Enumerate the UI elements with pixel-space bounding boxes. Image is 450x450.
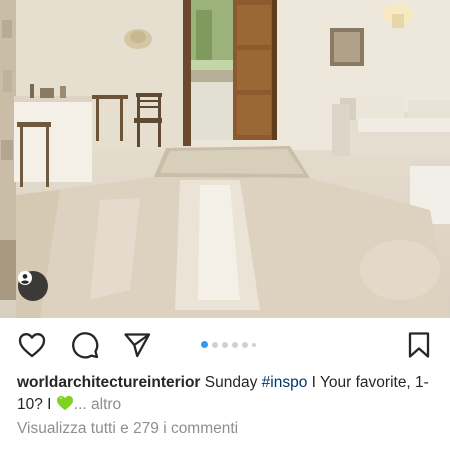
- comment-button[interactable]: [70, 330, 100, 360]
- post-image[interactable]: [0, 0, 450, 318]
- interior-photo: [0, 0, 450, 318]
- paper-plane-icon: [124, 333, 151, 358]
- carousel-dot: [232, 341, 238, 348]
- carousel-dot: [212, 341, 218, 348]
- view-all-comments-link[interactable]: Visualizza tutti e 279 i commenti: [17, 420, 238, 438]
- save-button[interactable]: [404, 330, 434, 360]
- carousel-dot: [252, 342, 256, 347]
- person-icon: [18, 271, 32, 285]
- comment-bubble-icon: [72, 332, 99, 359]
- caption-text: Sunday: [200, 374, 262, 391]
- green-heart-emoji: [56, 395, 73, 411]
- caption-more-link[interactable]: ... altro: [74, 396, 121, 413]
- post-action-bar: [0, 318, 450, 370]
- share-button[interactable]: [122, 330, 152, 360]
- post-caption: worldarchitectureinterior Sunday #inspo …: [17, 372, 437, 416]
- hashtag-link[interactable]: #inspo: [262, 374, 308, 391]
- like-button[interactable]: [17, 330, 47, 360]
- carousel-dot: [222, 341, 228, 348]
- carousel-dot-active: [201, 341, 208, 348]
- heart-icon: [18, 333, 46, 358]
- user-tag-button[interactable]: [18, 271, 48, 301]
- caption-username[interactable]: worldarchitectureinterior: [17, 374, 200, 391]
- carousel-indicator: [201, 341, 256, 348]
- bookmark-icon: [408, 332, 430, 358]
- carousel-dot: [242, 341, 248, 348]
